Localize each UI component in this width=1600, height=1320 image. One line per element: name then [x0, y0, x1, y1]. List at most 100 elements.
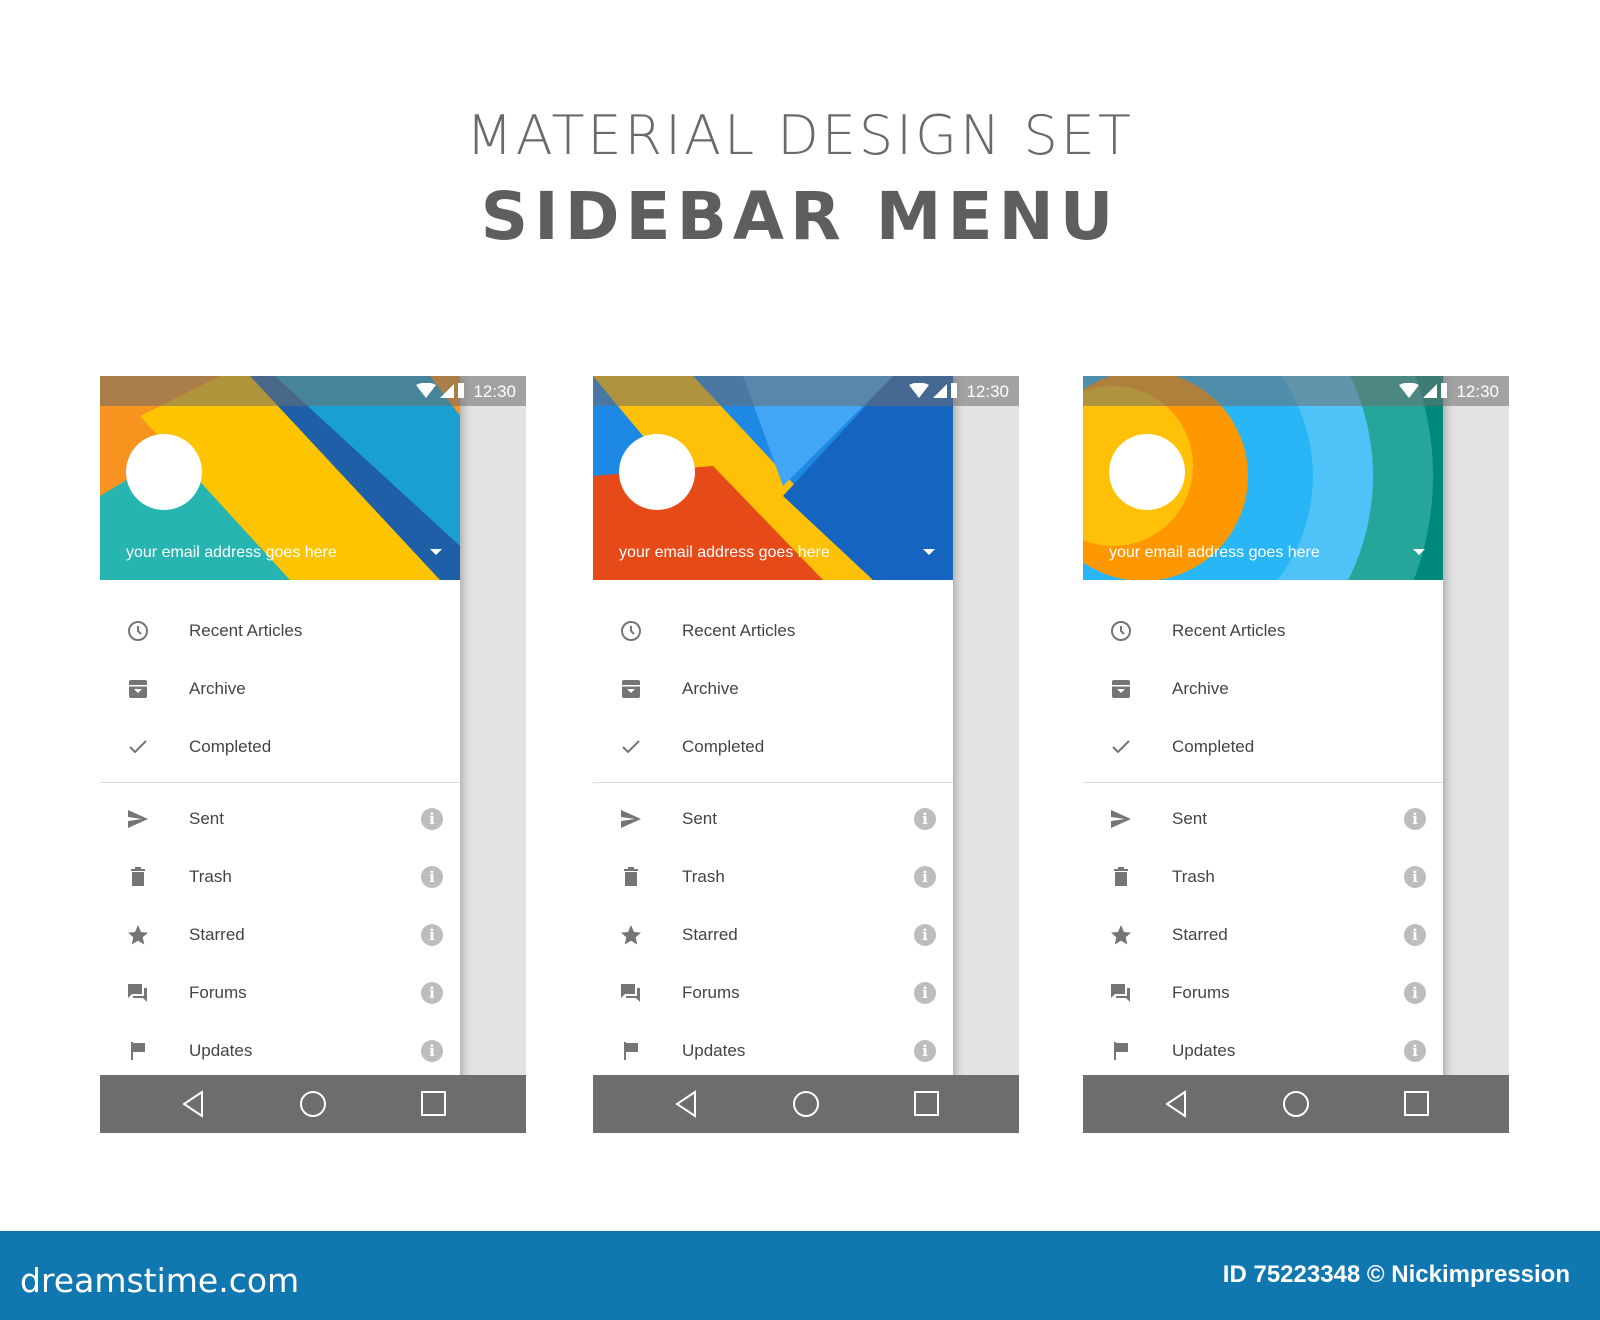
- menu-item-recent-articles[interactable]: Recent Articles: [100, 606, 460, 656]
- menu-item-trash[interactable]: Trash i: [593, 852, 953, 902]
- send-icon: [621, 810, 641, 828]
- account-dropdown-icon[interactable]: [430, 549, 442, 555]
- phone-mockup-3: 12:30 your email address goes here Recen…: [1083, 376, 1509, 1133]
- avatar[interactable]: [1109, 434, 1185, 510]
- info-icon[interactable]: i: [914, 924, 936, 946]
- back-icon[interactable]: [1163, 1090, 1191, 1118]
- battery-icon: [951, 383, 957, 398]
- menu-item-updates[interactable]: Updates i: [1083, 1026, 1443, 1076]
- status-time: 12:30: [966, 382, 1009, 401]
- menu-item-archive[interactable]: Archive: [1083, 664, 1443, 714]
- recents-icon[interactable]: [913, 1090, 941, 1118]
- menu-item-completed[interactable]: Completed: [100, 722, 460, 772]
- check-icon: [129, 740, 147, 754]
- menu-item-label: Sent: [1172, 809, 1207, 828]
- menu-item-archive[interactable]: Archive: [100, 664, 460, 714]
- menu-item-completed[interactable]: Completed: [593, 722, 953, 772]
- status-icons: [416, 383, 464, 398]
- menu-item-label: Sent: [682, 809, 717, 828]
- star-icon: [128, 925, 148, 945]
- footer-bar: dreamstime.com ID 75223348 © Nickimpress…: [0, 1231, 1600, 1320]
- account-email: your email address goes here: [619, 544, 830, 561]
- menu-item-label: Completed: [1172, 737, 1255, 756]
- clock-icon: [1111, 621, 1131, 641]
- menu-item-sent[interactable]: Sent i: [1083, 794, 1443, 844]
- avatar[interactable]: [619, 434, 695, 510]
- info-icon[interactable]: i: [914, 808, 936, 830]
- info-icon[interactable]: i: [421, 866, 443, 888]
- info-icon[interactable]: i: [914, 1040, 936, 1062]
- menu-item-label: Recent Articles: [189, 621, 303, 640]
- info-icon[interactable]: i: [421, 924, 443, 946]
- menu-item-forums[interactable]: Forums i: [1083, 968, 1443, 1018]
- archive-icon: [622, 680, 640, 698]
- signal-icon: [440, 384, 454, 398]
- logo: dreamstime.com: [20, 1261, 300, 1300]
- menu-item-starred[interactable]: Starred i: [100, 910, 460, 960]
- clock-icon: [621, 621, 641, 641]
- menu-item-label: Updates: [189, 1041, 253, 1060]
- menu-item-label: Recent Articles: [682, 621, 796, 640]
- info-icon[interactable]: i: [1404, 924, 1426, 946]
- menu-item-starred[interactable]: Starred i: [593, 910, 953, 960]
- account-dropdown-icon[interactable]: [923, 549, 935, 555]
- menu-item-label: Updates: [682, 1041, 746, 1060]
- send-icon: [1111, 810, 1131, 828]
- trash-icon: [131, 867, 145, 886]
- menu-item-archive[interactable]: Archive: [593, 664, 953, 714]
- battery-icon: [458, 383, 464, 398]
- battery-icon: [1441, 383, 1447, 398]
- info-icon[interactable]: i: [421, 808, 443, 830]
- credit: ID 75223348 © Nickimpression: [1222, 1261, 1570, 1288]
- recents-icon[interactable]: [1403, 1090, 1431, 1118]
- menu-item-label: Forums: [682, 983, 740, 1002]
- info-icon[interactable]: i: [914, 866, 936, 888]
- info-icon[interactable]: i: [1404, 808, 1426, 830]
- back-icon[interactable]: [673, 1090, 701, 1118]
- home-icon[interactable]: [792, 1090, 820, 1118]
- menu-item-trash[interactable]: Trash i: [1083, 852, 1443, 902]
- account-email: your email address goes here: [126, 544, 337, 561]
- menu-item-updates[interactable]: Updates i: [100, 1026, 460, 1076]
- info-icon[interactable]: i: [1404, 982, 1426, 1004]
- menu-item-sent[interactable]: Sent i: [593, 794, 953, 844]
- menu-divider: [100, 782, 460, 783]
- recents-icon[interactable]: [420, 1090, 448, 1118]
- menu-item-label: Archive: [189, 679, 246, 698]
- status-bar: 12:30: [1083, 376, 1509, 406]
- menu-item-label: Starred: [189, 925, 245, 944]
- info-icon[interactable]: i: [914, 982, 936, 1004]
- account-email: your email address goes here: [1109, 544, 1320, 561]
- menu-item-forums[interactable]: Forums i: [100, 968, 460, 1018]
- menu-item-starred[interactable]: Starred i: [1083, 910, 1443, 960]
- menu-item-trash[interactable]: Trash i: [100, 852, 460, 902]
- avatar[interactable]: [126, 434, 202, 510]
- forum-icon: [621, 984, 640, 1002]
- menu-divider: [1083, 782, 1443, 783]
- archive-icon: [129, 680, 147, 698]
- wifi-icon: [416, 383, 436, 398]
- forum-icon: [1111, 984, 1130, 1002]
- menu-item-recent-articles[interactable]: Recent Articles: [593, 606, 953, 656]
- home-icon[interactable]: [1282, 1090, 1310, 1118]
- info-icon[interactable]: i: [1404, 1040, 1426, 1062]
- info-icon[interactable]: i: [1404, 866, 1426, 888]
- star-icon: [1111, 925, 1131, 945]
- menu-item-label: Archive: [682, 679, 739, 698]
- menu-item-label: Trash: [682, 867, 725, 886]
- signal-icon: [933, 384, 947, 398]
- menu-item-label: Archive: [1172, 679, 1229, 698]
- home-icon[interactable]: [299, 1090, 327, 1118]
- info-icon[interactable]: i: [421, 1040, 443, 1062]
- menu-item-forums[interactable]: Forums i: [593, 968, 953, 1018]
- navigation-bar: [1083, 1075, 1509, 1133]
- menu-item-sent[interactable]: Sent i: [100, 794, 460, 844]
- back-icon[interactable]: [180, 1090, 208, 1118]
- menu-item-completed[interactable]: Completed: [1083, 722, 1443, 772]
- menu-item-updates[interactable]: Updates i: [593, 1026, 953, 1076]
- info-icon[interactable]: i: [421, 982, 443, 1004]
- menu-item-recent-articles[interactable]: Recent Articles: [1083, 606, 1443, 656]
- account-dropdown-icon[interactable]: [1413, 549, 1425, 555]
- menu-item-label: Starred: [682, 925, 738, 944]
- menu-item-label: Forums: [1172, 983, 1230, 1002]
